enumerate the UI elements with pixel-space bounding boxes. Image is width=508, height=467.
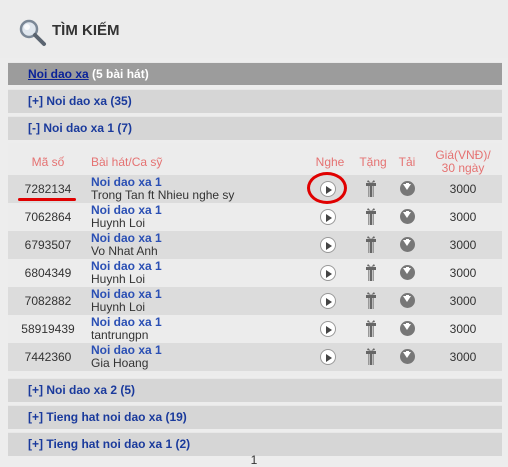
result-count: (5 bài hát): [92, 67, 149, 81]
price: 3000: [449, 350, 477, 364]
group-header[interactable]: [+] Tieng hat noi dao xa (19): [8, 405, 502, 429]
song-code: 7442360: [24, 350, 72, 364]
page-number[interactable]: 1: [251, 453, 258, 467]
gift-icon[interactable]: [363, 292, 379, 310]
table-row: 7082882 Noi dao xa 1 Huynh Loi 3000: [8, 287, 502, 315]
col-header-code: Mã số: [31, 155, 65, 169]
group-header[interactable]: [+] Noi dao xa 2 (5): [8, 378, 502, 402]
price: 3000: [449, 294, 477, 308]
song-code: 7282134: [24, 182, 72, 196]
table-row: 7442360 Noi dao xa 1 Gia Hoang 3000: [8, 343, 502, 371]
page-header: TÌM KIẾM: [0, 0, 508, 58]
artist-name: Huynh Loi: [91, 272, 146, 286]
artist-name: Huynh Loi: [91, 216, 146, 230]
play-icon[interactable]: [320, 349, 336, 365]
price: 3000: [449, 182, 477, 196]
artist-name: Trong Tan ft Nhieu nghe sy: [91, 188, 235, 202]
group-header[interactable]: [+] Noi dao xa (35): [8, 89, 502, 113]
col-header-price-line2: 30 ngày: [441, 161, 485, 175]
col-header-listen: Nghe: [315, 155, 345, 169]
song-code: 6804349: [24, 266, 72, 280]
play-icon[interactable]: [320, 265, 336, 281]
annotation-underline: [18, 198, 76, 201]
group-header-expanded[interactable]: [-] Noi dao xa 1 (7): [8, 116, 502, 140]
song-cell: Noi dao xa 1 Huynh Loi: [91, 260, 162, 286]
download-icon[interactable]: [400, 321, 415, 336]
gift-icon[interactable]: [363, 180, 379, 198]
play-icon[interactable]: [320, 237, 336, 253]
annotation-circle: [307, 172, 347, 204]
col-header-gift: Tặng: [359, 155, 387, 169]
price: 3000: [449, 266, 477, 280]
col-header-download: Tải: [398, 155, 416, 169]
col-header-price: Giá(VNĐ)/ 30 ngày: [423, 149, 503, 175]
download-icon[interactable]: [400, 181, 415, 196]
col-header-song: Bài hát/Ca sỹ: [91, 155, 163, 169]
song-cell: Noi dao xa 1 Huynh Loi: [91, 288, 162, 314]
song-cell: Noi dao xa 1 Vo Nhat Anh: [91, 232, 162, 258]
search-term-link[interactable]: Noi dao xa: [28, 67, 89, 81]
download-icon[interactable]: [400, 237, 415, 252]
song-code: 7082882: [24, 294, 72, 308]
download-icon[interactable]: [400, 209, 415, 224]
gift-icon[interactable]: [363, 264, 379, 282]
page-title: TÌM KIẾM: [52, 22, 120, 39]
song-cell: Noi dao xa 1 Gia Hoang: [91, 344, 162, 370]
song-cell: Noi dao xa 1 tantrungpn: [91, 316, 162, 342]
search-icon: [19, 19, 46, 46]
download-icon[interactable]: [400, 349, 415, 364]
song-code: 6793507: [24, 238, 72, 252]
table-row: 6804349 Noi dao xa 1 Huynh Loi 3000: [8, 259, 502, 287]
song-cell: Noi dao xa 1 Huynh Loi: [91, 204, 162, 230]
gift-icon[interactable]: [363, 320, 379, 338]
download-icon[interactable]: [400, 265, 415, 280]
pagination: 1: [0, 453, 508, 467]
artist-name: Gia Hoang: [91, 356, 149, 370]
result-summary-bar: Noi dao xa (5 bài hát): [8, 62, 502, 85]
table-row: 58919439 Noi dao xa 1 tantrungpn 3000: [8, 315, 502, 343]
play-icon[interactable]: [320, 321, 336, 337]
play-icon[interactable]: [320, 293, 336, 309]
gift-icon[interactable]: [363, 236, 379, 254]
download-icon[interactable]: [400, 293, 415, 308]
play-icon[interactable]: [320, 209, 336, 225]
artist-name: Vo Nhat Anh: [91, 244, 158, 258]
artist-name: tantrungpn: [91, 328, 149, 342]
song-code: 58919439: [21, 322, 75, 336]
gift-icon[interactable]: [363, 208, 379, 226]
table-row: 7282134 Noi dao xa 1 Trong Tan ft Nhieu ng…: [8, 175, 502, 203]
song-code: 7062864: [24, 210, 72, 224]
gift-icon[interactable]: [363, 348, 379, 366]
song-cell: Noi dao xa 1 Trong Tan ft Nhieu nghe sy: [91, 176, 234, 202]
artist-name: Huynh Loi: [91, 300, 146, 314]
price: 3000: [449, 210, 477, 224]
table-row: 7062864 Noi dao xa 1 Huynh Loi 3000: [8, 203, 502, 231]
price: 3000: [449, 322, 477, 336]
price: 3000: [449, 238, 477, 252]
table-row: 6793507 Noi dao xa 1 Vo Nhat Anh 3000: [8, 231, 502, 259]
